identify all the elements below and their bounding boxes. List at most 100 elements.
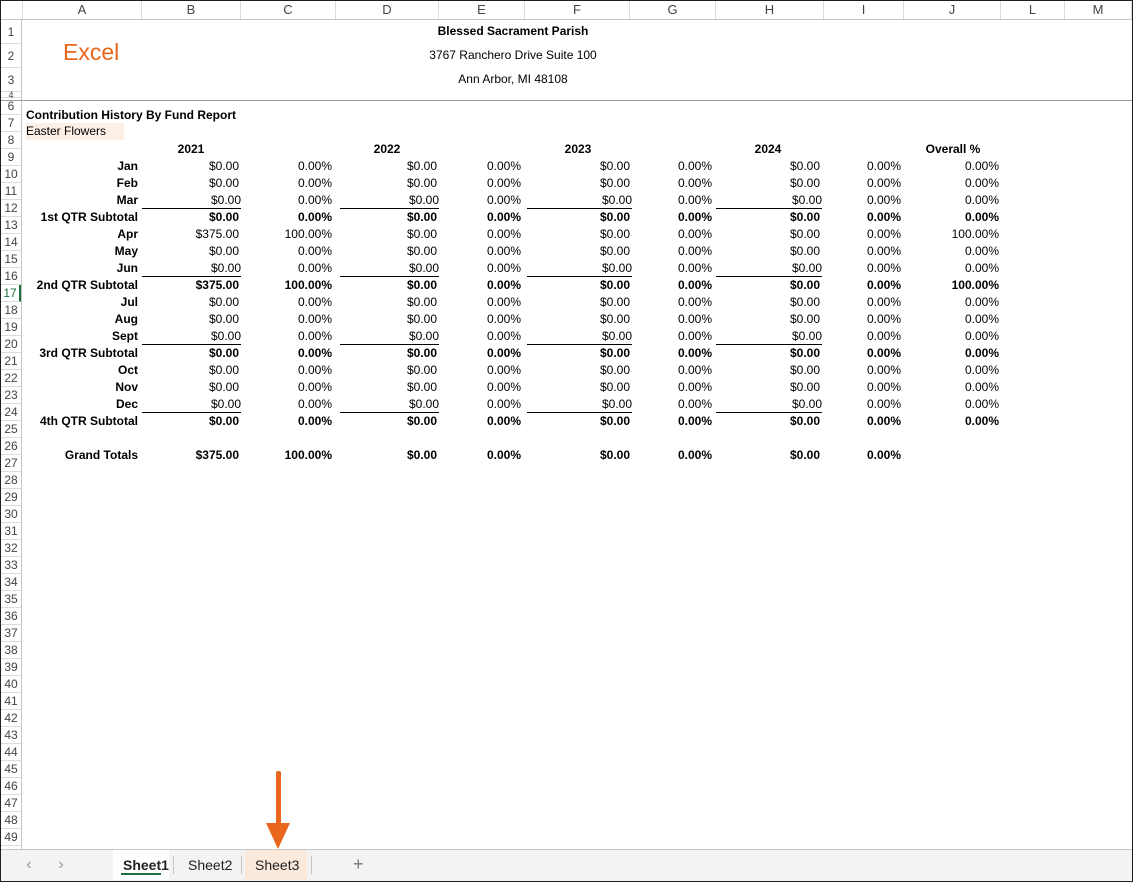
column-header-a[interactable]: A — [23, 1, 142, 19]
row-header-47[interactable]: 47 — [1, 795, 21, 812]
row-header-11[interactable]: 11 — [1, 183, 21, 200]
row-header-9[interactable]: 9 — [1, 149, 21, 166]
next-sheet-icon[interactable]: › — [51, 856, 71, 874]
row-header-2[interactable]: 2 — [1, 44, 21, 68]
column-header-f[interactable]: F — [525, 1, 630, 19]
row-header-10[interactable]: 10 — [1, 166, 21, 183]
table-cell: 0.00% — [964, 244, 999, 258]
row-label: Apr — [117, 227, 138, 241]
row-header-36[interactable]: 36 — [1, 608, 21, 625]
column-header-e[interactable]: E — [439, 1, 525, 19]
row-header-44[interactable]: 44 — [1, 744, 21, 761]
row-header-48[interactable]: 48 — [1, 812, 21, 829]
row-header-21[interactable]: 21 — [1, 353, 21, 370]
row-header-25[interactable]: 25 — [1, 421, 21, 438]
row-header-40[interactable]: 40 — [1, 676, 21, 693]
prev-sheet-icon[interactable]: ‹ — [19, 856, 39, 874]
row-header-12[interactable]: 12 — [1, 200, 21, 217]
column-header-g[interactable]: G — [630, 1, 716, 19]
table-cell: 0.00% — [486, 380, 521, 394]
row-header-20[interactable]: 20 — [1, 336, 21, 353]
table-cell: $0.00 — [716, 192, 822, 209]
column-header-m[interactable]: M — [1065, 1, 1132, 19]
table-cell: 0.00% — [486, 244, 521, 258]
column-header-h[interactable]: H — [716, 1, 824, 19]
table-cell: 0.00% — [677, 397, 712, 411]
row-header-34[interactable]: 34 — [1, 574, 21, 591]
orange-arrow-icon — [266, 771, 290, 849]
row-header-42[interactable]: 42 — [1, 710, 21, 727]
row-header-13[interactable]: 13 — [1, 217, 21, 234]
table-cell: 100.00% — [284, 227, 332, 241]
table-cell: 0.00% — [964, 159, 999, 173]
table-cell: 0.00% — [964, 329, 999, 343]
row-header-45[interactable]: 45 — [1, 761, 21, 778]
table-cell: $0.00 — [406, 363, 437, 377]
table-cell: 0.00% — [677, 346, 712, 360]
row-header-8[interactable]: 8 — [1, 132, 21, 149]
row-header-27[interactable]: 27 — [1, 455, 21, 472]
sheet-tab-sheet1[interactable]: Sheet1 — [113, 850, 169, 880]
row-header-17[interactable]: 17 — [1, 285, 21, 302]
table-cell: 0.00% — [297, 210, 332, 224]
row-header-43[interactable]: 43 — [1, 727, 21, 744]
row-header-46[interactable]: 46 — [1, 778, 21, 795]
row-header-35[interactable]: 35 — [1, 591, 21, 608]
row-header-14[interactable]: 14 — [1, 234, 21, 251]
table-cell: $0.00 — [340, 328, 439, 345]
row-header-31[interactable]: 31 — [1, 523, 21, 540]
column-header-l[interactable]: L — [1001, 1, 1065, 19]
row-header-41[interactable]: 41 — [1, 693, 21, 710]
column-header-j[interactable]: J — [904, 1, 1001, 19]
row-header-26[interactable]: 26 — [1, 438, 21, 455]
row-header-37[interactable]: 37 — [1, 625, 21, 642]
row-header-18[interactable]: 18 — [1, 302, 21, 319]
table-cell: $0.00 — [142, 328, 241, 345]
table-cell: 0.00% — [297, 295, 332, 309]
row-header-23[interactable]: 23 — [1, 387, 21, 404]
row-header-33[interactable]: 33 — [1, 557, 21, 574]
tab-separator — [241, 856, 242, 874]
column-header-b[interactable]: B — [142, 1, 241, 19]
row-header-7[interactable]: 7 — [1, 115, 21, 132]
table-cell: $0.00 — [340, 260, 439, 277]
table-cell: $0.00 — [599, 210, 630, 224]
table-cell: 0.00% — [297, 329, 332, 343]
table-cell: 0.00% — [486, 210, 521, 224]
row-header-24[interactable]: 24 — [1, 404, 21, 421]
table-cell: $0.00 — [406, 176, 437, 190]
table-cell: 0.00% — [297, 363, 332, 377]
row-header-32[interactable]: 32 — [1, 540, 21, 557]
row-header-19[interactable]: 19 — [1, 319, 21, 336]
fund-name: Easter Flowers — [26, 123, 124, 140]
active-tab-underline — [121, 873, 161, 875]
row-header-30[interactable]: 30 — [1, 506, 21, 523]
row-label: Jan — [117, 159, 138, 173]
column-header-d[interactable]: D — [336, 1, 439, 19]
column-header-c[interactable]: C — [241, 1, 336, 19]
sheet-tab-sheet2[interactable]: Sheet2 — [178, 850, 240, 880]
add-sheet-icon[interactable]: + — [353, 854, 364, 875]
row-header-29[interactable]: 29 — [1, 489, 21, 506]
row-headers: 1 2 3 4 6 7 8 9 10 11 12 13 14 15 16 17 18 19 20 21 22 23 24 25… — [1, 20, 22, 849]
row-header-1[interactable]: 1 — [1, 20, 21, 44]
row-header-3[interactable]: 3 — [1, 68, 21, 92]
row-header-16[interactable]: 16 — [1, 268, 21, 285]
table-cell: 0.00% — [677, 380, 712, 394]
row-header-28[interactable]: 28 — [1, 472, 21, 489]
table-cell: 0.00% — [297, 244, 332, 258]
table-cell: 0.00% — [297, 380, 332, 394]
row-header-38[interactable]: 38 — [1, 642, 21, 659]
select-all-corner[interactable] — [1, 1, 23, 19]
row-header-49[interactable]: 49 — [1, 829, 21, 846]
row-header-15[interactable]: 15 — [1, 251, 21, 268]
table-cell: $0.00 — [599, 363, 630, 377]
table-cell: 0.00% — [297, 346, 332, 360]
sheet-tab-sheet3[interactable]: Sheet3 — [245, 850, 307, 880]
table-cell: 0.00% — [297, 397, 332, 411]
column-header-i[interactable]: I — [824, 1, 904, 19]
row-header-22[interactable]: 22 — [1, 370, 21, 387]
table-cell: $0.00 — [789, 312, 820, 326]
table-cell: $0.00 — [716, 328, 822, 345]
row-header-39[interactable]: 39 — [1, 659, 21, 676]
